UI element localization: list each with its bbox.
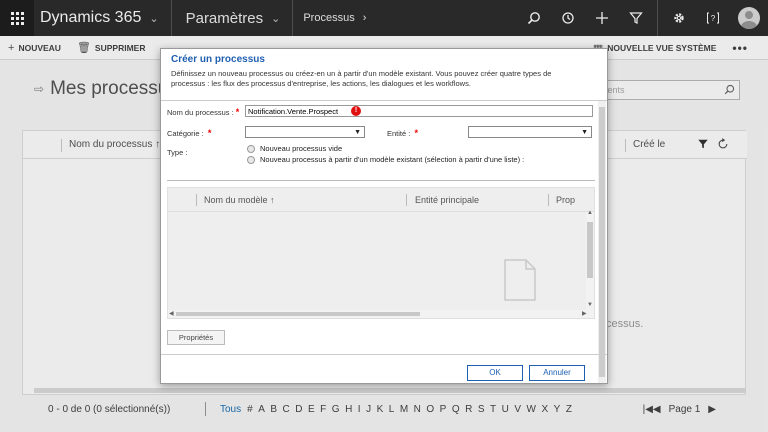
column-header-primary-entity[interactable]: Entité principale (415, 195, 479, 205)
column-header-template-name[interactable]: Nom du modèle ↑ (204, 195, 275, 205)
dialog-header: Créer un processus Définissez un nouveau… (161, 49, 607, 101)
required-indicator: * (207, 128, 212, 138)
column-header-properties[interactable]: Prop (556, 195, 575, 205)
required-indicator: * (235, 107, 240, 117)
template-horizontal-scrollbar[interactable]: ◀ ▶ (168, 310, 594, 318)
process-name-label: Nom du processus : * (167, 107, 240, 117)
error-icon: ! (351, 106, 361, 116)
empty-document-icon (504, 259, 536, 301)
dropdown-arrow-icon: ▼ (354, 129, 361, 136)
dialog-title: Créer un processus (171, 54, 265, 65)
category-select[interactable]: ▼ (245, 126, 365, 138)
template-grid-header: Nom du modèle ↑ Entité principale Prop (168, 188, 594, 212)
process-name-input[interactable] (245, 105, 593, 117)
properties-button[interactable]: Propriétés (167, 330, 225, 345)
entity-label: Entité : * (387, 128, 419, 138)
required-indicator: * (414, 128, 419, 138)
category-label: Catégorie : * (167, 128, 212, 138)
dialog-description: Définissez un nouveau processus ou créez… (171, 69, 552, 88)
entity-select[interactable]: ▼ (468, 126, 592, 138)
radio-button[interactable] (247, 144, 255, 153)
radio-button[interactable] (247, 155, 255, 164)
ok-button[interactable]: OK (467, 365, 523, 381)
template-vertical-scrollbar[interactable]: ▲ ▼ (586, 210, 594, 310)
dialog-vertical-scrollbar[interactable] (598, 101, 606, 383)
template-grid: Nom du modèle ↑ Entité principale Prop ▲… (167, 187, 595, 319)
dropdown-arrow-icon: ▼ (581, 129, 588, 136)
dialog-footer: OK Annuler (161, 354, 607, 384)
type-option-blank[interactable]: Nouveau processus vide (247, 144, 342, 153)
type-label: Type : (167, 148, 188, 157)
create-process-dialog: Créer un processus Définissez un nouveau… (160, 48, 608, 384)
type-option-template[interactable]: Nouveau processus à partir d'un modèle e… (247, 155, 524, 164)
cancel-button[interactable]: Annuler (529, 365, 585, 381)
